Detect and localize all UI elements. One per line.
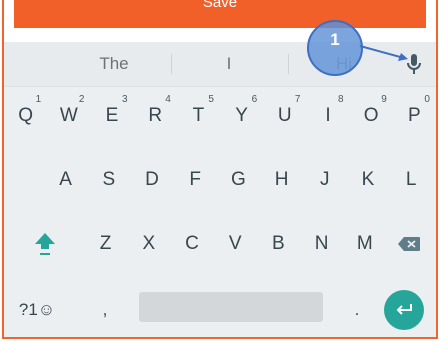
key-f[interactable]: F	[174, 154, 217, 206]
enter-icon	[396, 304, 412, 315]
key-label: P	[408, 105, 421, 126]
key-p[interactable]: P0	[393, 90, 436, 142]
key-label: E	[105, 105, 119, 126]
suggestion-1[interactable]: The	[74, 42, 154, 86]
key-label: U	[277, 105, 292, 126]
key-l[interactable]: L	[390, 154, 433, 206]
key-g[interactable]: G	[217, 154, 260, 206]
key-t[interactable]: T5	[177, 90, 220, 142]
key-label: T	[192, 105, 205, 126]
key-j[interactable]: J	[303, 154, 346, 206]
key-r[interactable]: R4	[134, 90, 177, 142]
key-a[interactable]: A	[44, 154, 87, 206]
key-label: O	[363, 105, 379, 126]
save-button-label: Save	[202, 0, 238, 11]
key-hint: 3	[122, 94, 128, 105]
key-q[interactable]: Q1	[4, 90, 47, 142]
key-hint: 6	[251, 94, 258, 105]
key-u[interactable]: U7	[263, 90, 306, 142]
enter-key[interactable]	[384, 290, 424, 330]
key-label: I	[325, 105, 331, 126]
key-hint: 0	[424, 94, 430, 105]
key-hint: 9	[381, 94, 387, 105]
key-o[interactable]: O9	[350, 90, 393, 142]
comma-key[interactable]: ,	[92, 290, 118, 330]
key-d[interactable]: D	[130, 154, 173, 206]
key-hint: 2	[78, 94, 85, 105]
key-m[interactable]: M	[343, 218, 386, 270]
soft-keyboard: The I Hi Q1W2E3R4T5Y6U7I8O9P0 ASDFGHJKL …	[4, 42, 436, 337]
arrow-icon	[359, 45, 408, 61]
suggestion-2[interactable]: I	[189, 42, 269, 86]
annotation-badge: 1	[307, 20, 363, 76]
save-area: Save	[4, 0, 436, 42]
key-b[interactable]: B	[257, 218, 300, 270]
key-row-1: Q1W2E3R4T5Y6U7I8O9P0	[4, 90, 436, 150]
key-hint: 1	[35, 94, 42, 105]
key-hint: 8	[338, 94, 344, 105]
key-e[interactable]: E3	[90, 90, 133, 142]
backspace-key[interactable]	[389, 218, 429, 270]
key-hint: 7	[294, 94, 301, 105]
save-button[interactable]: Save	[14, 0, 426, 28]
key-hint: 4	[165, 94, 171, 105]
key-row-2: ASDFGHJKL	[4, 154, 436, 214]
key-label: Y	[235, 105, 248, 126]
key-x[interactable]: X	[127, 218, 170, 270]
annotation-label: 1	[330, 30, 340, 49]
key-hint: 5	[208, 94, 214, 105]
key-y[interactable]: Y6	[220, 90, 263, 142]
key-label: Q	[18, 105, 33, 126]
backspace-icon	[398, 237, 420, 251]
key-v[interactable]: V	[214, 218, 257, 270]
key-k[interactable]: K	[346, 154, 389, 206]
suggestion-divider	[288, 54, 289, 74]
key-z[interactable]: Z	[84, 218, 127, 270]
shift-key[interactable]	[22, 218, 68, 270]
suggestion-divider	[171, 54, 172, 74]
shift-icon	[35, 233, 55, 255]
key-s[interactable]: S	[87, 154, 130, 206]
period-key[interactable]: .	[344, 290, 370, 330]
key-label: R	[148, 105, 163, 126]
key-i[interactable]: I8	[306, 90, 349, 142]
key-row-3: ZXCVBNM	[4, 218, 436, 278]
space-key[interactable]	[139, 292, 323, 322]
key-w[interactable]: W2	[47, 90, 90, 142]
symbols-key[interactable]: ?1☺	[14, 290, 60, 330]
key-h[interactable]: H	[260, 154, 303, 206]
key-n[interactable]: N	[300, 218, 343, 270]
app-frame: Save The I Hi Q1W2E3R4T5Y6U7I8O9P0 ASDFG…	[2, 0, 438, 339]
key-label: W	[59, 105, 78, 126]
key-c[interactable]: C	[170, 218, 213, 270]
